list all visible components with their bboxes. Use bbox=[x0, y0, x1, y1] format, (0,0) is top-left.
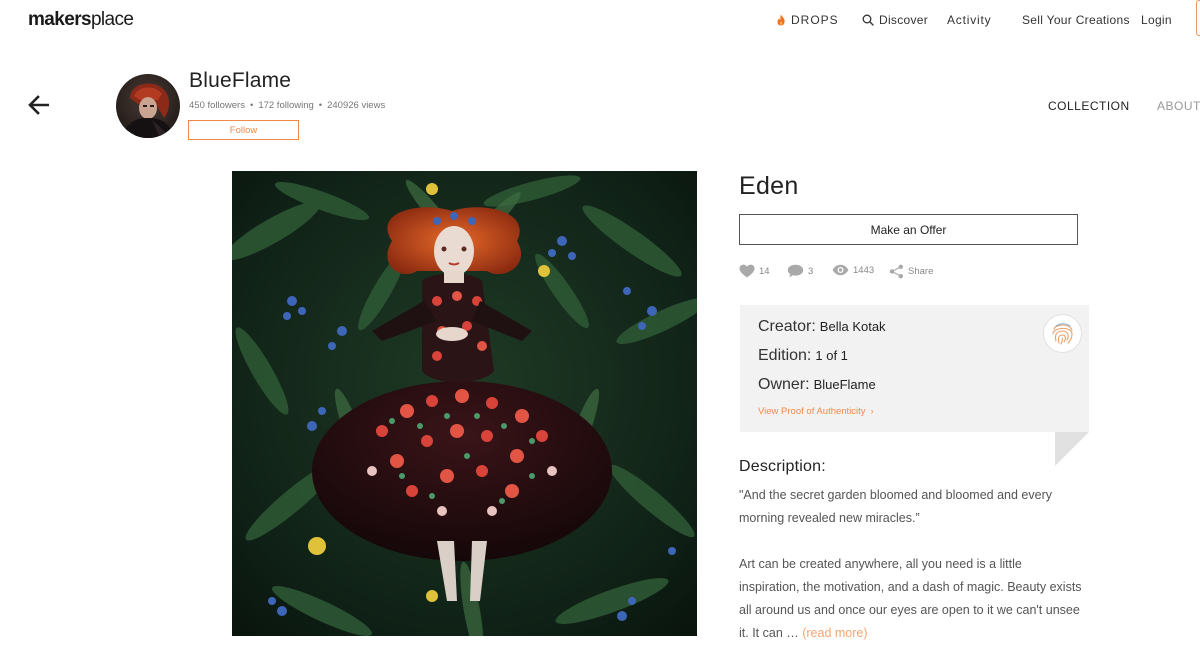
artwork-image[interactable] bbox=[232, 171, 697, 636]
tab-about[interactable]: ABOUT bbox=[1157, 99, 1200, 113]
nav-login-label: Login bbox=[1141, 13, 1172, 27]
profile-stats: 450 followers • 172 following • 240926 views bbox=[189, 100, 385, 111]
nav-activity-label: Activity bbox=[947, 13, 992, 27]
tab-collection[interactable]: COLLECTION bbox=[1048, 99, 1130, 113]
views-stat: 1443 bbox=[832, 264, 874, 276]
following-count[interactable]: 172 following bbox=[258, 100, 313, 111]
like-button[interactable]: 14 bbox=[739, 264, 770, 278]
artwork-title: Eden bbox=[739, 172, 799, 200]
nav-activity[interactable]: Activity bbox=[947, 13, 991, 27]
creator-label: Creator: bbox=[758, 318, 816, 335]
nav-login[interactable]: Login bbox=[1141, 13, 1172, 27]
views-count: 240926 views bbox=[327, 100, 386, 111]
nav-discover[interactable]: Discover bbox=[862, 13, 928, 27]
avatar[interactable] bbox=[116, 74, 180, 138]
share-label: Share bbox=[908, 266, 934, 277]
description-heading: Description: bbox=[739, 458, 826, 475]
top-nav: DROPS Discover Activity Sell Your Creati… bbox=[0, 13, 1200, 29]
nav-drops[interactable]: DROPS bbox=[776, 13, 839, 27]
eye-icon bbox=[832, 264, 849, 276]
comment-icon bbox=[787, 264, 804, 278]
share-icon bbox=[889, 264, 903, 279]
separator-dot: • bbox=[318, 100, 323, 111]
description-quote: "And the secret garden bloomed and bloom… bbox=[739, 488, 1052, 525]
owner-name[interactable]: BlueFlame bbox=[814, 377, 876, 392]
profile-name[interactable]: BlueFlame bbox=[189, 69, 291, 93]
nav-discover-label: Discover bbox=[879, 13, 929, 27]
separator-dot: • bbox=[249, 100, 254, 111]
owner-row: Owner: BlueFlame bbox=[758, 376, 876, 394]
nav-sell-your-creations[interactable]: Sell Your Creations bbox=[1022, 13, 1130, 27]
back-arrow-icon[interactable] bbox=[28, 94, 50, 116]
proof-link-label: View Proof of Authenticity bbox=[758, 406, 866, 417]
creator-row: Creator: Bella Kotak bbox=[758, 318, 886, 336]
edition-label: Edition: bbox=[758, 347, 812, 364]
make-offer-button[interactable]: Make an Offer bbox=[739, 214, 1078, 245]
description-body-text: Art can be created anywhere, all you nee… bbox=[739, 557, 1082, 640]
search-icon bbox=[862, 14, 874, 26]
share-button[interactable]: Share bbox=[889, 264, 933, 279]
nav-drops-label: DROPS bbox=[791, 13, 839, 27]
read-more-link[interactable]: (read more) bbox=[802, 626, 867, 640]
nav-sell-label: Sell Your Creations bbox=[1022, 13, 1130, 27]
artwork-illustration bbox=[232, 171, 697, 636]
views-count-artwork: 1443 bbox=[853, 264, 875, 276]
chevron-right-icon: › bbox=[870, 406, 874, 416]
follow-button[interactable]: Follow bbox=[188, 120, 299, 140]
edition-value: 1 of 1 bbox=[815, 348, 848, 363]
flame-icon bbox=[777, 14, 785, 26]
description-body: Art can be created anywhere, all you nee… bbox=[739, 553, 1084, 645]
card-fold-corner bbox=[1055, 432, 1089, 466]
creator-name[interactable]: Bella Kotak bbox=[820, 319, 886, 334]
proof-of-authenticity-link[interactable]: View Proof of Authenticity › bbox=[758, 406, 874, 417]
heart-icon bbox=[739, 264, 755, 278]
likes-count: 14 bbox=[759, 265, 770, 277]
edition-row: Edition: 1 of 1 bbox=[758, 347, 848, 365]
comments-button[interactable]: 3 bbox=[787, 264, 813, 278]
ownership-card: Creator: Bella Kotak Edition: 1 of 1 Owner… bbox=[740, 305, 1089, 432]
owner-label: Owner: bbox=[758, 376, 810, 393]
comments-count: 3 bbox=[808, 265, 814, 277]
followers-count[interactable]: 450 followers bbox=[189, 100, 245, 111]
fingerprint-icon[interactable] bbox=[1043, 314, 1082, 353]
signup-button-edge[interactable] bbox=[1196, 0, 1200, 36]
avatar-image bbox=[116, 74, 180, 138]
